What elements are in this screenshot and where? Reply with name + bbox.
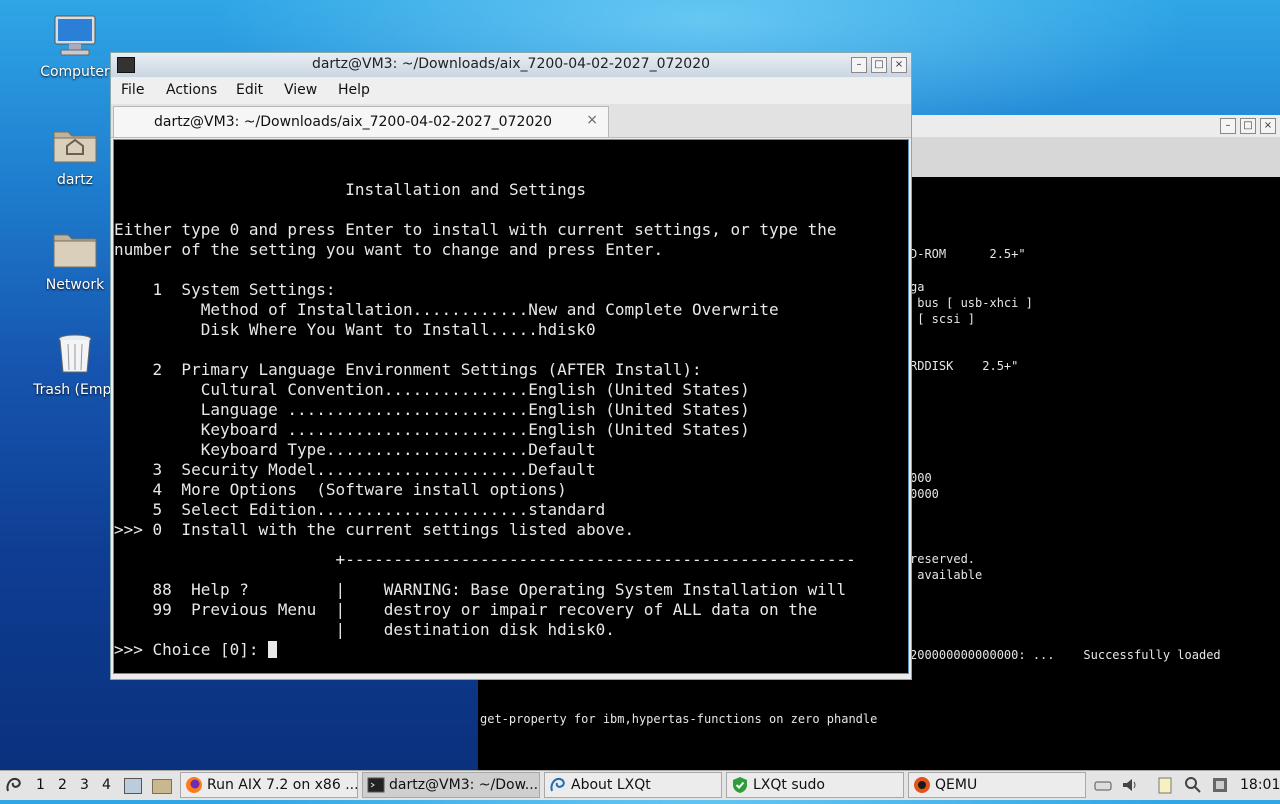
console-line: RDDISK 2.5+" [910, 359, 1019, 373]
desktop-icon-label: Network [45, 277, 105, 293]
menu-file[interactable]: File [121, 82, 144, 98]
desktop-icon-home[interactable]: dartz [30, 120, 120, 188]
console-line: reserved. [910, 552, 976, 566]
menu-help[interactable]: Help [338, 82, 370, 98]
firefox-icon [186, 777, 202, 793]
taskbar: 1 2 3 4 Run AIX 7.2 on x86 ... dartz@VM3… [0, 770, 1280, 800]
terminal-line: Keyboard Type.....................Defaul… [114, 440, 596, 459]
task-qemu[interactable]: QEMU [908, 772, 1086, 798]
terminal-line: >>> 0 Install with the current settings … [114, 520, 635, 539]
menu-edit[interactable]: Edit [236, 82, 263, 98]
text-cursor [268, 641, 278, 658]
terminal-line: Keyboard .........................Englis… [114, 420, 750, 439]
terminal-line: number of the setting you want to change… [114, 240, 664, 259]
console-line: [ scsi ] [910, 312, 976, 326]
console-line: 0000 [910, 487, 939, 501]
terminal-line: 5 Select Edition......................st… [114, 500, 606, 519]
home-folder-icon [51, 120, 99, 168]
window-title: dartz@VM3: ~/Downloads/aix_7200-04-02-20… [311, 56, 711, 72]
show-desktop-icon [124, 778, 142, 794]
task-label: Run AIX 7.2 on x86 ... [207, 777, 358, 793]
console-line: D-ROM 2.5+" [910, 247, 1026, 261]
lxqt-icon [550, 777, 565, 792]
task-label: LXQt sudo [753, 777, 825, 793]
close-button[interactable]: × [1260, 118, 1276, 134]
terminal-line: 2 Primary Language Environment Settings … [114, 360, 702, 379]
clock[interactable]: 18:01 [1240, 772, 1280, 798]
desktop-icon-label: dartz [56, 172, 94, 188]
desktop-icon-label: Computer [40, 64, 110, 80]
terminal-line: | destination disk hdisk0. [114, 620, 615, 639]
search-icon[interactable] [1183, 775, 1203, 795]
task-about-lxqt[interactable]: About LXQt [544, 772, 722, 798]
volume-icon[interactable] [1120, 775, 1140, 795]
desktop-icon-label: Trash (Empt [33, 382, 117, 398]
folder-icon [152, 779, 172, 794]
desktop-icon-network[interactable]: Network [30, 225, 120, 293]
close-button[interactable]: × [891, 57, 907, 73]
console-line: 000 [910, 471, 932, 485]
menu-actions[interactable]: Actions [166, 82, 217, 98]
show-desktop-button[interactable] [124, 772, 144, 798]
prompt-text: >>> Choice [0]: [114, 640, 269, 659]
computer-icon [51, 12, 99, 60]
terminal-line: 1 System Settings: [114, 280, 336, 299]
terminal-line: 3 Security Model......................De… [114, 460, 596, 479]
task-lxqt-sudo[interactable]: LXQt sudo [726, 772, 904, 798]
console-line: 200000000000000: ... Successfully loaded [910, 648, 1221, 662]
terminal-tab[interactable]: dartz@VM3: ~/Downloads/aix_7200-04-02-20… [113, 106, 609, 137]
terminal-titlebar[interactable]: dartz@VM3: ~/Downloads/aix_7200-04-02-20… [111, 53, 911, 77]
menu-view[interactable]: View [284, 82, 317, 98]
task-firefox[interactable]: Run AIX 7.2 on x86 ... [180, 772, 358, 798]
terminal-line: Method of Installation............New an… [114, 300, 779, 319]
clipboard-icon[interactable] [1155, 775, 1175, 795]
lxqt-menu-icon [6, 777, 21, 792]
desktop-switch-4[interactable]: 4 [102, 772, 111, 798]
terminal-line: Language .........................Englis… [114, 400, 750, 419]
terminal-line: +---------------------------------------… [114, 550, 856, 569]
terminal-icon [367, 777, 385, 793]
trash-icon [51, 330, 99, 378]
terminal-screen[interactable]: Installation and Settings Either type 0 … [113, 139, 909, 674]
maximize-button[interactable]: □ [1240, 118, 1256, 134]
tab-label: dartz@VM3: ~/Downloads/aix_7200-04-02-20… [154, 114, 553, 130]
menubar: File Actions Edit View Help [111, 78, 911, 104]
terminal-line: Installation and Settings [114, 180, 587, 199]
tab-bar: dartz@VM3: ~/Downloads/aix_7200-04-02-20… [111, 104, 911, 138]
task-label: About LXQt [571, 777, 651, 793]
shield-check-icon [733, 777, 747, 793]
terminal-line: 88 Help ? | WARNING: Base Operating Syst… [114, 580, 847, 599]
task-label: dartz@VM3: ~/Dow... [389, 777, 539, 793]
network-icon[interactable] [1210, 775, 1230, 795]
minimize-button[interactable]: – [851, 57, 867, 73]
file-manager-button[interactable] [152, 772, 174, 798]
terminal-line: Cultural Convention...............Englis… [114, 380, 750, 399]
desktop-switch-3[interactable]: 3 [80, 772, 89, 798]
terminal-prompt[interactable]: >>> Choice [0]: [114, 640, 278, 660]
drive-icon[interactable] [1093, 775, 1113, 795]
task-label: QEMU [935, 777, 978, 793]
terminal-line: Either type 0 and press Enter to install… [114, 220, 837, 239]
desktop-switch-1[interactable]: 1 [36, 772, 45, 798]
maximize-button[interactable]: □ [871, 57, 887, 73]
minimize-button[interactable]: – [1220, 118, 1236, 134]
main-menu-button[interactable] [4, 772, 26, 798]
folder-icon [51, 225, 99, 273]
desktop-icon-computer[interactable]: Computer [30, 12, 120, 80]
terminal-line: Disk Where You Want to Install.....hdisk… [114, 320, 596, 339]
tab-close-icon[interactable]: × [586, 112, 598, 128]
desktop-icon-trash[interactable]: Trash (Empt [30, 330, 120, 398]
terminal-line: 99 Previous Menu | destroy or impair rec… [114, 600, 818, 619]
console-line: available [910, 568, 983, 582]
task-terminal[interactable]: dartz@VM3: ~/Dow... [362, 772, 540, 798]
console-line: get-property for ibm,hypertas-functions … [480, 712, 878, 726]
console-line: ga [910, 280, 925, 294]
terminal-line: 4 More Options (Software install options… [114, 480, 567, 499]
desktop-switch-2[interactable]: 2 [58, 772, 67, 798]
qemu-icon [914, 777, 930, 793]
console-line: bus [ usb-xhci ] [910, 296, 1033, 310]
terminal-window[interactable]: dartz@VM3: ~/Downloads/aix_7200-04-02-20… [110, 52, 912, 680]
